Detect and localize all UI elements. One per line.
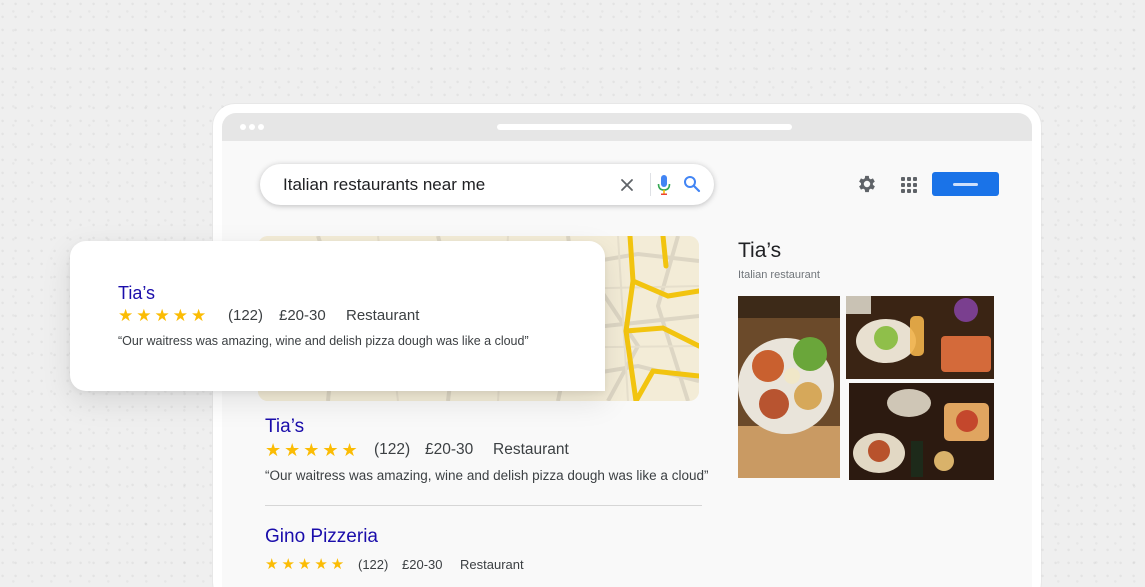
- result-title-link[interactable]: Gino Pizzeria: [265, 526, 378, 548]
- close-icon[interactable]: [619, 177, 635, 193]
- search-box[interactable]: Italian restaurants near me: [260, 164, 714, 205]
- sign-in-button[interactable]: [932, 172, 999, 196]
- category-label: Restaurant: [460, 557, 524, 572]
- review-count: (122): [358, 557, 389, 572]
- browser-titlebar: [222, 113, 1032, 141]
- review-count: (122): [228, 307, 264, 324]
- star-rating: ★★★★★: [118, 306, 210, 325]
- highlighted-result-card: Tia’s ★★★★★ (122) £20-30 Restaurant “Our…: [70, 241, 605, 391]
- result-title-link[interactable]: Tia’s: [118, 283, 155, 304]
- button-label-placeholder: [953, 183, 978, 186]
- address-bar[interactable]: [497, 124, 792, 130]
- apps-grid-icon[interactable]: [901, 177, 917, 193]
- search-input[interactable]: Italian restaurants near me: [283, 175, 485, 195]
- review-snippet: “Our waitress was amazing, wine and deli…: [265, 468, 709, 483]
- window-dot: [240, 124, 246, 130]
- search-icon[interactable]: [683, 175, 701, 193]
- price-range: £20-30: [402, 557, 443, 572]
- star-rating: ★★★★★: [265, 440, 361, 460]
- knowledge-panel-subtitle: Italian restaurant: [738, 269, 820, 281]
- window-dot: [258, 124, 264, 130]
- review-count: (122): [374, 441, 411, 458]
- star-rating: ★★★★★: [265, 556, 348, 573]
- price-range: £20-30: [425, 441, 474, 458]
- microphone-icon[interactable]: [657, 174, 671, 196]
- search-divider: [650, 173, 651, 196]
- results-divider: [265, 505, 702, 506]
- result-title-link[interactable]: Tia’s: [265, 416, 304, 438]
- price-range: £20-30: [279, 307, 326, 324]
- food-photo[interactable]: [738, 296, 840, 478]
- food-photo[interactable]: [849, 383, 994, 480]
- category-label: Restaurant: [346, 307, 420, 324]
- knowledge-panel-title: Tia’s: [738, 239, 782, 262]
- food-photo[interactable]: [846, 296, 994, 379]
- category-label: Restaurant: [493, 441, 569, 458]
- gear-icon[interactable]: [856, 173, 878, 195]
- window-dot: [249, 124, 255, 130]
- review-snippet: “Our waitress was amazing, wine and deli…: [118, 334, 529, 348]
